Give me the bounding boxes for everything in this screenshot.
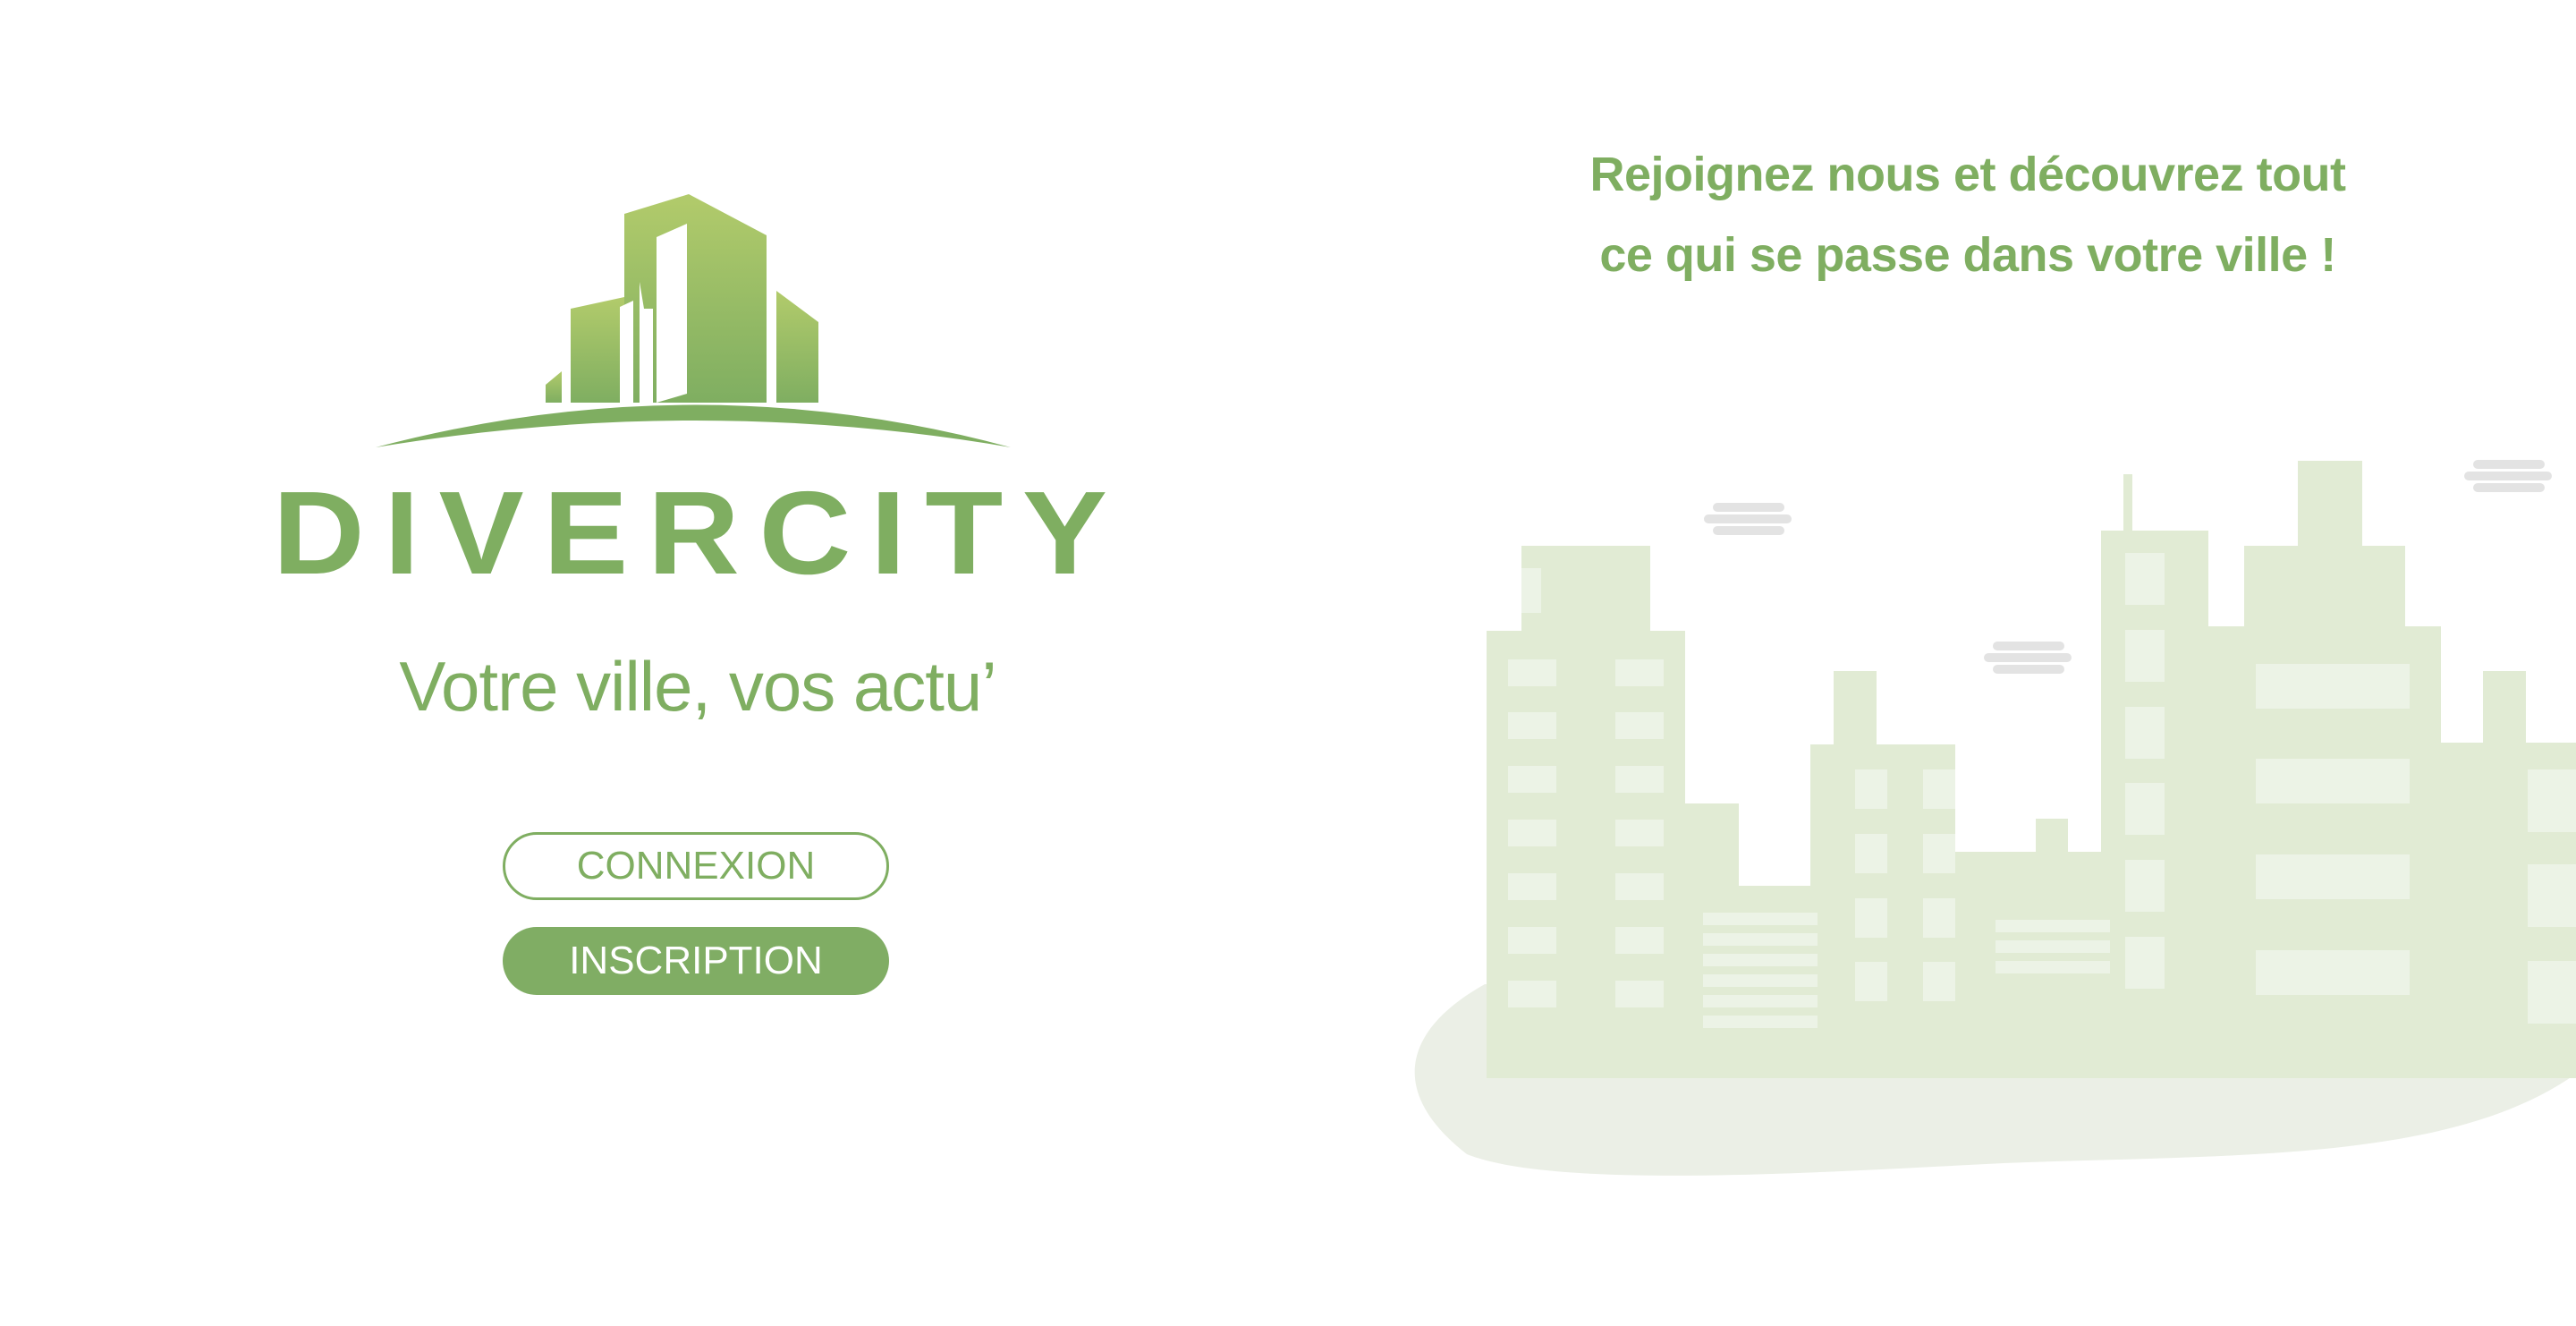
promo-headline: Rejoignez nous et découvrez tout ce qui …: [1467, 134, 2469, 295]
cloud-2: [1984, 642, 2072, 674]
city-skyline-illustration: [1414, 460, 2576, 1176]
signup-button[interactable]: INSCRIPTION: [503, 927, 889, 995]
cloud-3: [2464, 460, 2552, 492]
cloud-1: [1704, 503, 1792, 535]
promo-headline-line1: Rejoignez nous et découvrez tout: [1589, 148, 2346, 201]
promo-headline-line2: ce qui se passe dans votre ville !: [1599, 228, 2336, 282]
brand-wordmark: DIVERCITY: [272, 467, 1127, 599]
login-button[interactable]: CONNEXION: [503, 832, 889, 900]
brand-tagline: Votre ville, vos actu’: [399, 647, 996, 726]
